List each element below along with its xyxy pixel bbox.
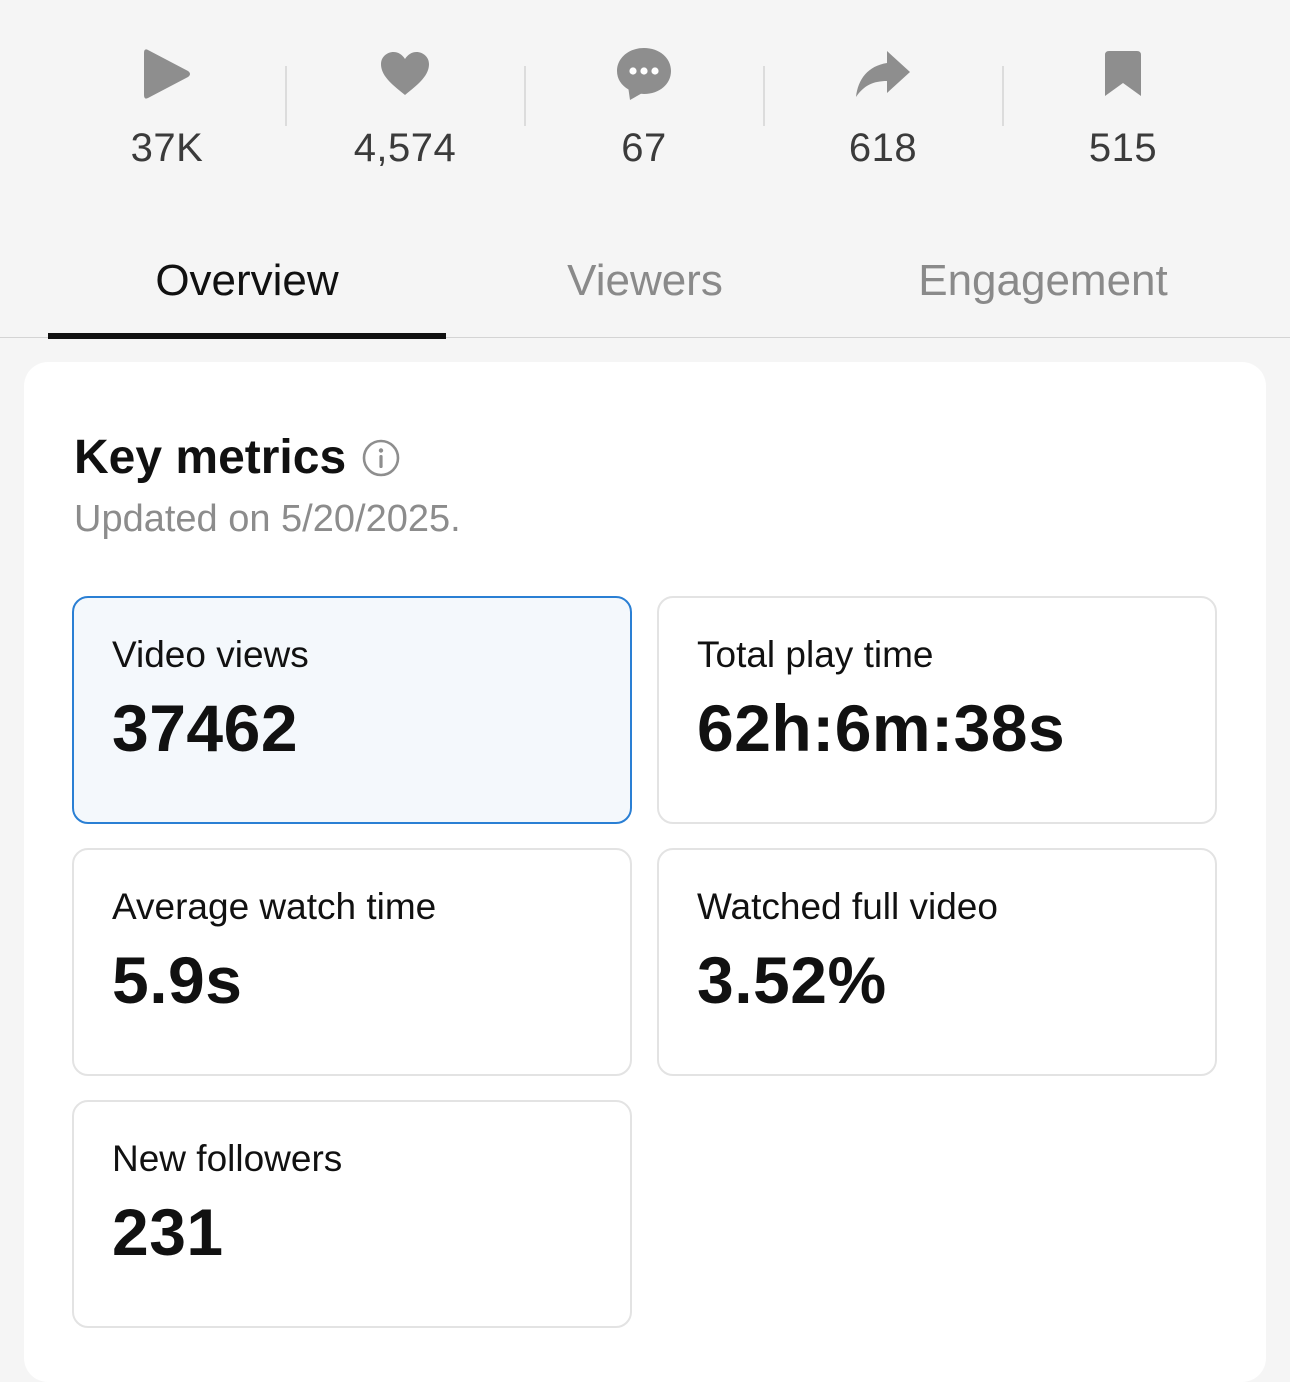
metric-watched-full-video[interactable]: Watched full video 3.52% <box>657 848 1217 1076</box>
metric-label: Video views <box>112 634 309 675</box>
share-icon <box>851 40 915 108</box>
stat-divider <box>763 66 765 126</box>
stat-saves[interactable]: 515 <box>1023 40 1223 190</box>
stat-value: 618 <box>848 126 918 170</box>
stat-views[interactable]: 37K <box>67 40 267 190</box>
metric-total-play-time[interactable]: Total play time 62h:6m:38s <box>657 596 1217 824</box>
stat-comments[interactable]: 67 <box>544 40 744 190</box>
metric-value: 62h:6m:38s <box>697 691 1066 765</box>
stat-likes[interactable]: 4,574 <box>305 40 505 190</box>
updated-date: Updated on 5/20/2025. <box>74 498 461 540</box>
metric-label: Average watch time <box>112 886 437 927</box>
info-icon[interactable] <box>362 439 400 477</box>
heart-icon <box>373 40 437 108</box>
metric-label: New followers <box>112 1138 343 1179</box>
play-icon <box>135 40 199 108</box>
stat-divider <box>285 66 287 126</box>
section-title: Key metrics <box>74 431 347 484</box>
metric-value: 5.9s <box>112 943 243 1017</box>
stat-value: 37K <box>130 126 204 170</box>
tab-viewers[interactable]: Viewers <box>446 225 844 337</box>
analytics-tabs: Overview Viewers Engagement <box>0 225 1290 339</box>
metric-value: 37462 <box>112 691 299 765</box>
metric-video-views[interactable]: Video views 37462 <box>72 596 632 824</box>
tab-engagement[interactable]: Engagement <box>844 225 1242 337</box>
stat-value: 67 <box>621 126 667 170</box>
stat-shares[interactable]: 618 <box>783 40 983 190</box>
metric-value: 231 <box>112 1195 224 1269</box>
comment-icon <box>612 40 676 108</box>
stat-value: 4,574 <box>353 126 457 170</box>
key-metrics-card: Key metrics Updated on 5/20/2025. Video … <box>24 362 1266 1382</box>
metric-value: 3.52% <box>697 943 887 1017</box>
stat-divider <box>524 66 526 126</box>
metric-label: Total play time <box>697 634 934 675</box>
tab-overview[interactable]: Overview <box>48 225 446 339</box>
stat-value: 515 <box>1088 126 1158 170</box>
key-metrics-header: Key metrics <box>74 430 400 485</box>
stats-bar: 37K 4,574 67 618 515 <box>0 0 1290 200</box>
metric-new-followers[interactable]: New followers 231 <box>72 1100 632 1328</box>
bookmark-icon <box>1091 40 1155 108</box>
metric-average-watch-time[interactable]: Average watch time 5.9s <box>72 848 632 1076</box>
stat-divider <box>1002 66 1004 126</box>
metric-label: Watched full video <box>697 886 998 927</box>
